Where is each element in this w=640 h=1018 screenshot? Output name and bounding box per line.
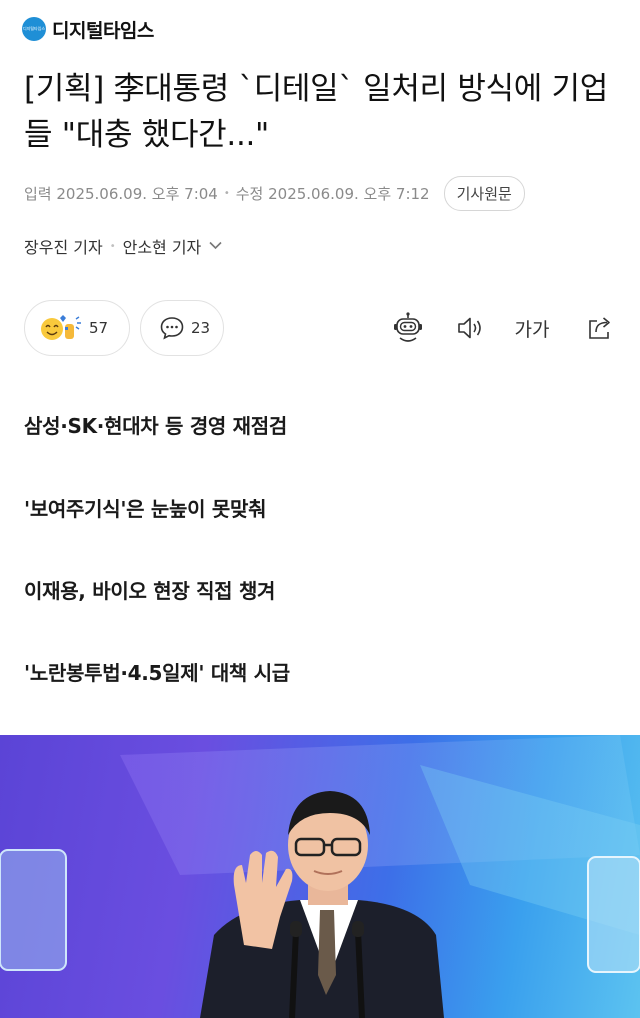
reaction-button[interactable]: 57 — [24, 300, 130, 356]
text-to-speech-icon[interactable] — [452, 310, 488, 346]
share-icon[interactable] — [582, 310, 618, 346]
summary-line-4: '노란봉투법·4.5일제' 대책 시급 — [24, 661, 290, 685]
summary-line-1: 삼성·SK·현대차 등 경영 재점검 — [24, 414, 287, 438]
summary-line-2: '보여주기식'은 눈높이 못맞춰 — [24, 497, 267, 521]
comment-count: 23 — [191, 319, 211, 337]
font-size-label: 가가 — [514, 318, 550, 341]
press-name[interactable]: 디지털타임스 — [52, 16, 154, 43]
original-article-button[interactable]: 기사원문 — [443, 175, 525, 211]
reporter-1[interactable]: 장우진 기자 — [24, 234, 103, 258]
reporter-2[interactable]: 안소현 기자 — [123, 234, 202, 258]
updated-date: 수정 2025.06.09. 오후 7:12 — [235, 184, 430, 203]
comment-icon — [159, 315, 185, 341]
font-size-button[interactable]: 가가 — [514, 310, 550, 346]
separator-dot: • — [109, 240, 116, 252]
photo-scene — [0, 735, 640, 1018]
dateline: 입력 2025.06.09. 오후 7:04 • 수정 2025.06.09. … — [24, 175, 525, 211]
ai-summary-robot-icon[interactable] — [390, 310, 426, 346]
reaction-emoji-icon — [39, 313, 83, 343]
action-bar: 57 23 가가 — [24, 300, 620, 356]
byline[interactable]: 장우진 기자 • 안소현 기자 — [24, 232, 222, 260]
article-title: [기획] 李대통령 `디테일` 일처리 방식에 기업들 "대충 했다간..." — [24, 71, 608, 153]
comment-button[interactable]: 23 — [140, 300, 224, 356]
separator-dot: • — [223, 187, 230, 199]
logo-icon: 디지털타임스 — [22, 17, 46, 41]
summary-line-3: 이재용, 바이오 현장 직접 챙겨 — [24, 579, 276, 603]
reaction-count: 57 — [89, 319, 109, 337]
chevron-down-icon[interactable] — [209, 239, 222, 254]
article-photo — [0, 735, 640, 1018]
published-date: 입력 2025.06.09. 오후 7:04 — [24, 184, 218, 203]
masthead[interactable]: 디지털타임스 디지털타임스 — [22, 14, 154, 44]
